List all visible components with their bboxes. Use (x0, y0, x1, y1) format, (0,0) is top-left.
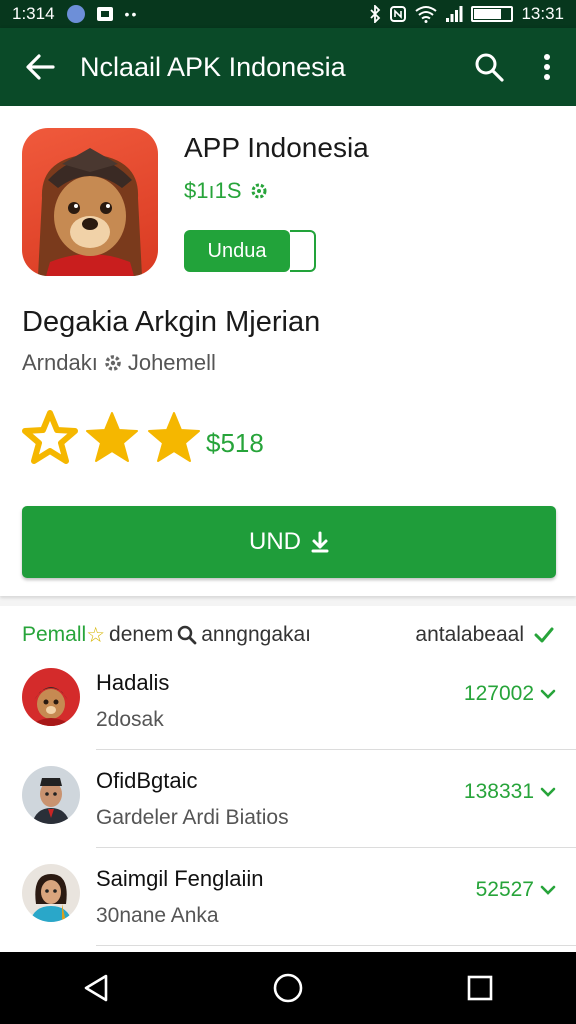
download-button[interactable]: UND (22, 506, 556, 578)
review-count: 127002 (464, 682, 556, 706)
section-subtitle-text: denem (109, 623, 174, 646)
chevron-down-icon (540, 689, 556, 699)
arrow-back-icon (26, 54, 55, 80)
review-row[interactable]: OfidBgtaic Gardeler Ardi Biatios 138331 (0, 750, 576, 848)
triangle-back-icon (84, 974, 108, 1002)
rating-stars (22, 410, 202, 466)
wifi-icon (415, 6, 438, 23)
reviewer-sub: 2dosak (96, 708, 164, 731)
avatar (22, 766, 80, 824)
reviewer-sub: 30nane Anka (96, 904, 219, 927)
reviewer-name: Hadalis (96, 670, 170, 695)
signal-icon (446, 6, 463, 22)
search-icon (475, 53, 504, 82)
developer-suffix: Johemell (127, 350, 216, 375)
reviewer-name: Saimgil Fenglaiin (96, 866, 264, 891)
status-time: 1:314 (12, 4, 55, 23)
chevron-down-icon (540, 885, 556, 895)
section-title: Pemall (22, 623, 87, 646)
review-count-text: 127002 (463, 682, 534, 705)
developer-name: Arndakı (22, 350, 98, 375)
review-count-text: 52527 (475, 878, 534, 901)
status-bar: 1:314 •• 13:31 (0, 0, 576, 28)
app-price: $1ı1S (184, 178, 270, 204)
review-count: 138331 (464, 780, 556, 804)
chevron-down-icon (540, 787, 556, 797)
battery-icon (471, 6, 514, 22)
rating-price: $518 (206, 428, 264, 458)
app-icon[interactable] (22, 128, 158, 276)
download-label: UND (249, 528, 301, 555)
bluetooth-icon (370, 5, 381, 23)
circle-home-icon (273, 973, 303, 1003)
section-search-text: anngngakaı (201, 623, 312, 646)
image-icon (96, 7, 113, 21)
section-search[interactable]: anngngakaı (177, 623, 311, 647)
reviewer-name: OfidBgtaic (96, 768, 198, 793)
section-right-text: antalabeaal (415, 623, 524, 646)
search-button[interactable] (460, 28, 518, 106)
gear-icon (105, 355, 121, 371)
check-icon (534, 627, 554, 643)
download-arrow-icon (311, 531, 329, 553)
reviews-section: Pemall ☆ denem anngngakaı antalabeaal Ha… (0, 606, 576, 952)
avatar (22, 668, 80, 726)
more-vert-icon (544, 54, 550, 80)
avatar (22, 864, 80, 922)
review-count: 52527 (476, 878, 556, 902)
square-recents-icon (467, 975, 493, 1001)
install-button[interactable]: Undua (184, 230, 290, 272)
section-right-link[interactable]: antalabeaal (415, 623, 554, 647)
developer-line: Arndakı Johemell (22, 350, 216, 376)
star-icon (86, 412, 138, 462)
globe-icon (66, 5, 85, 23)
review-count-text: 138331 (463, 780, 534, 803)
overflow-menu-button[interactable] (518, 28, 576, 106)
badge-gear-icon (251, 183, 267, 199)
more-dots-icon: •• (124, 6, 139, 22)
nav-recents-button[interactable] (440, 952, 520, 1024)
reviewer-sub: Gardeler Ardi Biatios (96, 806, 289, 829)
app-detail-card: APP Indonesia $1ı1S Undua Degakia Arkgin… (0, 106, 576, 596)
page-title: Nclaail APK Indonesia (80, 51, 346, 82)
star-icon (148, 412, 200, 462)
install-button-outline (290, 230, 316, 272)
section-subtitle: denem (109, 623, 173, 647)
star-icon (22, 410, 78, 464)
app-price-text: $1ı1S (184, 178, 242, 203)
app-bar: Nclaail APK Indonesia (0, 28, 576, 106)
nav-home-button[interactable] (248, 952, 328, 1024)
star-small-icon: ☆ (86, 623, 106, 647)
system-nav-bar (0, 952, 576, 1024)
status-time-right: 13:31 (521, 4, 564, 23)
nav-back-button[interactable] (56, 952, 136, 1024)
nfc-icon (390, 6, 407, 22)
back-button[interactable] (0, 28, 80, 106)
row-divider (96, 945, 576, 946)
search-small-icon (178, 625, 197, 645)
review-row[interactable]: Hadalis 2dosak 127002 (0, 652, 576, 750)
app-name: APP Indonesia (184, 132, 369, 163)
app-mascot-icon (38, 148, 142, 276)
review-row[interactable]: Saimgil Fenglaiin 30nane Anka 52527 (0, 848, 576, 946)
app-headline: Degakia Arkgin Mjerian (22, 306, 321, 338)
section-header: Pemall ☆ denem anngngakaı antalabeaal (22, 620, 554, 650)
